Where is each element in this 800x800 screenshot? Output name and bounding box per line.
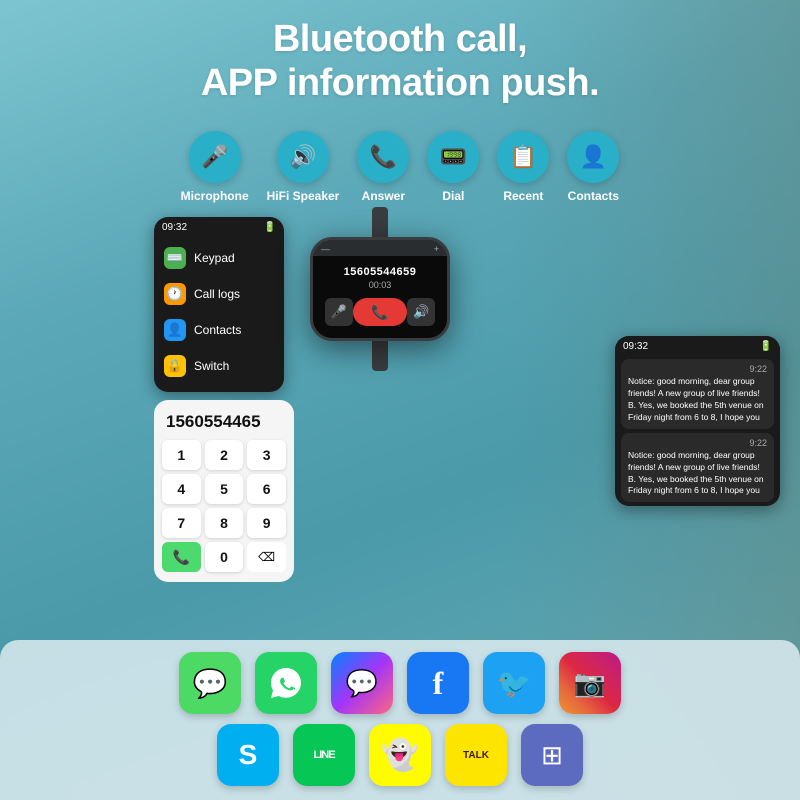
dial-key-5[interactable]: 5 [205, 474, 244, 504]
watch-plus: + [434, 244, 439, 254]
battery-icon: 🔋 [264, 222, 276, 233]
contacts-menu-label: Contacts [194, 323, 241, 337]
notif-text-1: Notice: good morning, dear group friends… [628, 376, 767, 424]
middle-section: 09:32 🔋 ⌨️ Keypad 🕐 Call logs 👤 Contacts [0, 213, 800, 586]
app-twitter[interactable]: 🐦 [483, 652, 545, 714]
app-messenger[interactable]: 💬 [331, 652, 393, 714]
watch-minus: — [321, 244, 330, 254]
menu-panel: 09:32 🔋 ⌨️ Keypad 🕐 Call logs 👤 Contacts [154, 217, 284, 392]
recent-icon: 📋 [497, 131, 549, 183]
feature-microphone: 🎤 Microphone [181, 131, 249, 203]
title-line2: APP information push. [201, 62, 599, 104]
dial-bottom-row: 📞 0 ⌫ [162, 542, 286, 572]
menu-items: ⌨️ Keypad 🕐 Call logs 👤 Contacts 🔒 Switc… [154, 236, 284, 392]
call-logs-icon: 🕐 [164, 283, 186, 305]
dial-call-button[interactable]: 📞 [162, 542, 201, 572]
contacts-menu-icon: 👤 [164, 319, 186, 341]
watch-speaker-button[interactable]: 🔊 [407, 298, 435, 326]
watch-call-number: 15605544659 [319, 262, 441, 280]
app-kakaotalk[interactable]: TALK [445, 724, 507, 786]
menu-time: 09:32 [162, 222, 187, 233]
switch-icon: 🔒 [164, 355, 186, 377]
contacts-label: Contacts [568, 189, 619, 203]
dial-label: Dial [442, 189, 464, 203]
answer-label: Answer [362, 189, 405, 203]
app-facebook[interactable]: f [407, 652, 469, 714]
dial-key-3[interactable]: 3 [247, 440, 286, 470]
menu-status-bar: 09:32 🔋 [154, 217, 284, 236]
notif-time-1: 9:22 [628, 364, 767, 374]
dial-number-display: 1560554465 [162, 410, 286, 440]
app-whatsapp[interactable] [255, 652, 317, 714]
notif-status-bar: 09:32 🔋 [615, 336, 780, 355]
microphone-label: Microphone [181, 189, 249, 203]
dial-key-7[interactable]: 7 [162, 508, 201, 538]
watch-top-bar: — + [313, 240, 447, 256]
recent-label: Recent [503, 189, 543, 203]
feature-answer: 📞 Answer [357, 131, 409, 203]
call-logs-label: Call logs [194, 287, 240, 301]
dial-key-1[interactable]: 1 [162, 440, 201, 470]
bottom-section: 💬 💬 f 🐦 📷 S LINE [0, 640, 800, 800]
dial-key-2[interactable]: 2 [205, 440, 244, 470]
menu-item-keypad[interactable]: ⌨️ Keypad [154, 240, 284, 276]
features-row: 🎤 Microphone 🔊 HiFi Speaker 📞 Answer 📟 D… [0, 121, 800, 213]
microphone-icon: 🎤 [189, 131, 241, 183]
watch-band-top [372, 207, 388, 237]
hifi-speaker-icon: 🔊 [277, 131, 329, 183]
dial-grid: 1 2 3 4 5 6 7 8 9 [162, 440, 286, 538]
notif-battery: 🔋 [760, 341, 772, 352]
dial-key-0[interactable]: 0 [205, 542, 244, 572]
title-line1: Bluetooth call, [273, 18, 527, 60]
apps-row-2: S LINE 👻 TALK ⊞ [20, 724, 780, 786]
app-skype[interactable]: S [217, 724, 279, 786]
notification-panel: 09:32 🔋 9:22 Notice: good morning, dear … [615, 336, 780, 506]
hifi-speaker-label: HiFi Speaker [267, 189, 340, 203]
keypad-label: Keypad [194, 251, 235, 265]
smartwatch-container: — + 15605544659 00:03 🎤 📞 🔊 [310, 207, 450, 371]
app-grid[interactable]: ⊞ [521, 724, 583, 786]
menu-item-contacts[interactable]: 👤 Contacts [154, 312, 284, 348]
app-snapchat[interactable]: 👻 [369, 724, 431, 786]
feature-contacts: 👤 Contacts [567, 131, 619, 203]
contacts-icon: 👤 [567, 131, 619, 183]
watch-band-bottom [372, 341, 388, 371]
watch-screen: 15605544659 00:03 🎤 📞 🔊 [313, 256, 447, 338]
notif-time-2: 9:22 [628, 438, 767, 448]
watch-mute-button[interactable]: 🎤 [325, 298, 353, 326]
app-line[interactable]: LINE [293, 724, 355, 786]
watch-call-buttons: 🎤 📞 🔊 [319, 294, 441, 332]
keypad-icon: ⌨️ [164, 247, 186, 269]
notif-item-1: 9:22 Notice: good morning, dear group fr… [621, 359, 774, 429]
dial-backspace-button[interactable]: ⌫ [247, 542, 286, 572]
switch-label: Switch [194, 359, 229, 373]
dial-key-9[interactable]: 9 [247, 508, 286, 538]
left-panels: 09:32 🔋 ⌨️ Keypad 🕐 Call logs 👤 Contacts [154, 217, 294, 582]
page-content: Bluetooth call, APP information push. 🎤 … [0, 0, 800, 800]
dial-panel: 1560554465 1 2 3 4 5 6 7 8 9 📞 0 ⌫ [154, 400, 294, 582]
header-title: Bluetooth call, APP information push. [0, 0, 800, 117]
app-messages[interactable]: 💬 [179, 652, 241, 714]
menu-item-switch[interactable]: 🔒 Switch [154, 348, 284, 384]
feature-hifi-speaker: 🔊 HiFi Speaker [267, 131, 340, 203]
dial-icon: 📟 [427, 131, 479, 183]
answer-icon: 📞 [357, 131, 409, 183]
app-instagram[interactable]: 📷 [559, 652, 621, 714]
feature-recent: 📋 Recent [497, 131, 549, 203]
menu-item-call-logs[interactable]: 🕐 Call logs [154, 276, 284, 312]
notif-text-2: Notice: good morning, dear group friends… [628, 450, 767, 498]
apps-row-1: 💬 💬 f 🐦 📷 [20, 652, 780, 714]
notif-time: 09:32 [623, 341, 648, 352]
dial-key-8[interactable]: 8 [205, 508, 244, 538]
dial-key-6[interactable]: 6 [247, 474, 286, 504]
notif-item-2: 9:22 Notice: good morning, dear group fr… [621, 433, 774, 503]
watch-body: — + 15605544659 00:03 🎤 📞 🔊 [310, 237, 450, 341]
watch-call-duration: 00:03 [319, 280, 441, 294]
feature-dial: 📟 Dial [427, 131, 479, 203]
watch-end-call-button[interactable]: 📞 [353, 298, 407, 326]
dial-key-4[interactable]: 4 [162, 474, 201, 504]
